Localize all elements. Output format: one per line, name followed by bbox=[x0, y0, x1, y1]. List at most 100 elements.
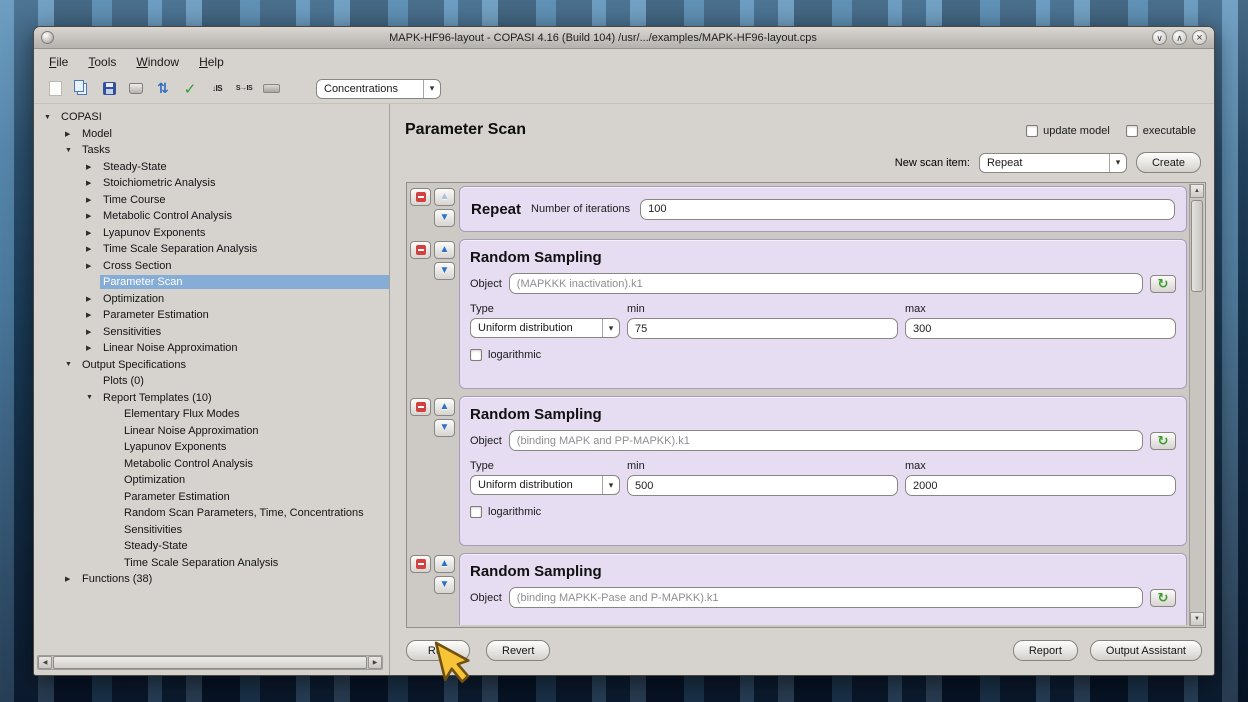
collapsed-arrow-icon[interactable]: ▶ bbox=[83, 212, 100, 220]
titlebar[interactable]: MAPK-HF96-layout - COPASI 4.16 (Build 10… bbox=[34, 27, 1214, 49]
collapsed-arrow-icon[interactable]: ▶ bbox=[62, 130, 79, 138]
object-input[interactable] bbox=[509, 273, 1143, 294]
tree-item-sensitivities[interactable]: Sensitivities bbox=[34, 522, 389, 539]
tree-item-lyapunov-exponents[interactable]: Lyapunov Exponents bbox=[34, 439, 389, 456]
menu-file[interactable]: File bbox=[41, 52, 76, 72]
logarithmic-checkbox[interactable] bbox=[470, 506, 482, 518]
min-input[interactable] bbox=[627, 318, 898, 339]
collapsed-arrow-icon[interactable]: ▶ bbox=[83, 311, 100, 319]
toolbar-save-button[interactable] bbox=[97, 77, 121, 101]
logarithmic-checkbox[interactable] bbox=[470, 349, 482, 361]
object-input[interactable] bbox=[509, 430, 1143, 451]
collapsed-arrow-icon[interactable]: ▶ bbox=[83, 196, 100, 204]
max-input[interactable] bbox=[905, 475, 1176, 496]
collapsed-arrow-icon[interactable]: ▶ bbox=[83, 328, 100, 336]
tree-item-time-scale-separation-analysis[interactable]: ▶Time Scale Separation Analysis bbox=[34, 241, 389, 258]
scroll-up-icon[interactable] bbox=[1190, 184, 1204, 198]
delete-scan-item-button[interactable] bbox=[410, 241, 431, 259]
delete-scan-item-button[interactable] bbox=[410, 555, 431, 573]
iterations-input[interactable] bbox=[640, 199, 1175, 220]
menu-window[interactable]: Window bbox=[128, 52, 187, 72]
tree-item-copasi[interactable]: ▼COPASI bbox=[34, 109, 389, 126]
toolbar-new-file-button[interactable] bbox=[43, 77, 67, 101]
tree-item-lyapunov-exponents[interactable]: ▶Lyapunov Exponents bbox=[34, 225, 389, 242]
tree-item-parameter-scan[interactable]: Parameter Scan bbox=[34, 274, 389, 291]
move-up-button[interactable]: ▲ bbox=[434, 188, 455, 206]
output-assistant-button[interactable]: Output Assistant bbox=[1090, 640, 1202, 661]
tree-item-model[interactable]: ▶Model bbox=[34, 126, 389, 143]
min-input[interactable] bbox=[627, 475, 898, 496]
tree-item-steady-state[interactable]: ▶Steady-State bbox=[34, 159, 389, 176]
tree-item-steady-state[interactable]: Steady-State bbox=[34, 538, 389, 555]
move-down-button[interactable]: ▼ bbox=[434, 576, 455, 594]
object-input[interactable] bbox=[509, 587, 1143, 608]
view-mode-dropdown[interactable]: Concentrations bbox=[316, 79, 441, 99]
scroll-right-icon[interactable] bbox=[368, 656, 382, 669]
expanded-arrow-icon[interactable]: ▼ bbox=[62, 147, 79, 154]
collapsed-arrow-icon[interactable]: ▶ bbox=[83, 163, 100, 171]
tree-item-stoichiometric-analysis[interactable]: ▶Stoichiometric Analysis bbox=[34, 175, 389, 192]
collapsed-arrow-icon[interactable]: ▶ bbox=[83, 179, 100, 187]
tree-item-plots-0[interactable]: Plots (0) bbox=[34, 373, 389, 390]
toolbar-is-compute-button[interactable] bbox=[232, 77, 256, 101]
move-down-button[interactable]: ▼ bbox=[434, 262, 455, 280]
menu-help[interactable]: Help bbox=[191, 52, 232, 72]
executable-option[interactable]: executable bbox=[1126, 125, 1196, 137]
tree-item-elementary-flux-modes[interactable]: Elementary Flux Modes bbox=[34, 406, 389, 423]
move-up-button[interactable]: ▲ bbox=[434, 241, 455, 259]
tree-item-linear-noise-approximation[interactable]: Linear Noise Approximation bbox=[34, 423, 389, 440]
collapsed-arrow-icon[interactable]: ▶ bbox=[83, 344, 100, 352]
select-object-button[interactable] bbox=[1150, 432, 1176, 450]
new-scan-item-dropdown[interactable]: Repeat bbox=[979, 153, 1127, 173]
toolbar-check-button[interactable] bbox=[178, 77, 202, 101]
executable-checkbox[interactable] bbox=[1126, 125, 1138, 137]
collapsed-arrow-icon[interactable]: ▶ bbox=[83, 229, 100, 237]
toolbar-is-update-button[interactable] bbox=[205, 77, 229, 101]
collapsed-arrow-icon[interactable]: ▶ bbox=[83, 295, 100, 303]
expanded-arrow-icon[interactable]: ▼ bbox=[83, 394, 100, 401]
tree-item-time-scale-separation-analysis[interactable]: Time Scale Separation Analysis bbox=[34, 555, 389, 572]
tree-item-time-course[interactable]: ▶Time Course bbox=[34, 192, 389, 209]
maximize-button[interactable] bbox=[1172, 30, 1187, 45]
scrollbar-thumb[interactable] bbox=[53, 656, 367, 669]
tree-item-random-scan-parameters-time-concentrations[interactable]: Random Scan Parameters, Time, Concentrat… bbox=[34, 505, 389, 522]
tree-item-parameter-estimation[interactable]: Parameter Estimation bbox=[34, 489, 389, 506]
delete-scan-item-button[interactable] bbox=[410, 398, 431, 416]
collapsed-arrow-icon[interactable]: ▶ bbox=[62, 575, 79, 583]
expanded-arrow-icon[interactable]: ▼ bbox=[41, 114, 58, 121]
move-up-button[interactable]: ▲ bbox=[434, 398, 455, 416]
toolbar-swap-button[interactable] bbox=[151, 77, 175, 101]
scroll-left-icon[interactable] bbox=[38, 656, 52, 669]
tree-item-cross-section[interactable]: ▶Cross Section bbox=[34, 258, 389, 275]
move-down-button[interactable]: ▼ bbox=[434, 209, 455, 227]
distribution-type-dropdown[interactable]: Uniform distribution bbox=[470, 475, 620, 495]
update-model-checkbox[interactable] bbox=[1026, 125, 1038, 137]
close-button[interactable] bbox=[1192, 30, 1207, 45]
revert-button[interactable]: Revert bbox=[486, 640, 550, 661]
scan-vertical-scrollbar[interactable] bbox=[1189, 184, 1204, 626]
scrollbar-thumb[interactable] bbox=[1191, 200, 1203, 292]
collapsed-arrow-icon[interactable]: ▶ bbox=[83, 262, 100, 270]
tree-horizontal-scrollbar[interactable] bbox=[37, 655, 383, 670]
tree-item-sensitivities[interactable]: ▶Sensitivities bbox=[34, 324, 389, 341]
tree-item-parameter-estimation[interactable]: ▶Parameter Estimation bbox=[34, 307, 389, 324]
tree-item-functions-38[interactable]: ▶Functions (38) bbox=[34, 571, 389, 588]
scroll-down-icon[interactable] bbox=[1190, 612, 1204, 626]
toolbar-print-button[interactable] bbox=[124, 77, 148, 101]
run-button[interactable]: Run bbox=[406, 640, 470, 661]
minimize-button[interactable] bbox=[1152, 30, 1167, 45]
collapsed-arrow-icon[interactable]: ▶ bbox=[83, 245, 100, 253]
tree-item-report-templates-10[interactable]: ▼Report Templates (10) bbox=[34, 390, 389, 407]
update-model-option[interactable]: update model bbox=[1026, 125, 1110, 137]
tree-item-tasks[interactable]: ▼Tasks bbox=[34, 142, 389, 159]
tree-item-optimization[interactable]: Optimization bbox=[34, 472, 389, 489]
report-button[interactable]: Report bbox=[1013, 640, 1078, 661]
toolbar-copy-button[interactable] bbox=[70, 77, 94, 101]
tree-item-metabolic-control-analysis[interactable]: Metabolic Control Analysis bbox=[34, 456, 389, 473]
tree-item-linear-noise-approximation[interactable]: ▶Linear Noise Approximation bbox=[34, 340, 389, 357]
menu-tools[interactable]: Tools bbox=[80, 52, 124, 72]
tree-item-metabolic-control-analysis[interactable]: ▶Metabolic Control Analysis bbox=[34, 208, 389, 225]
distribution-type-dropdown[interactable]: Uniform distribution bbox=[470, 318, 620, 338]
max-input[interactable] bbox=[905, 318, 1176, 339]
tree-item-optimization[interactable]: ▶Optimization bbox=[34, 291, 389, 308]
